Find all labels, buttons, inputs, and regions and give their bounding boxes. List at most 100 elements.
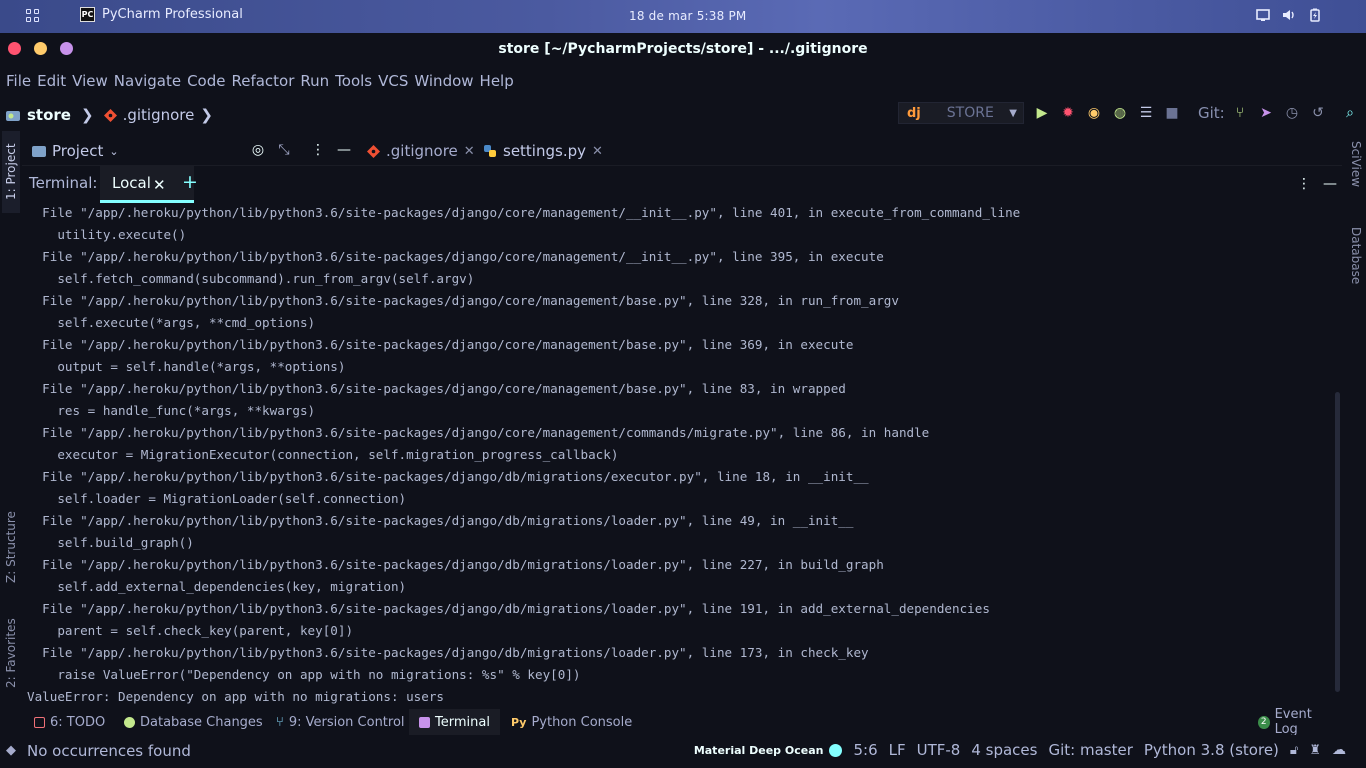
terminal-line: File "/app/.heroku/python/lib/python3.6/… bbox=[27, 337, 854, 352]
terminal-session-tab[interactable]: Local ✕ bbox=[100, 166, 194, 203]
hide-panel-icon[interactable]: — bbox=[336, 142, 352, 158]
history-icon[interactable]: ◷ bbox=[1284, 105, 1300, 121]
structure-tool-tab[interactable]: Z: Structure bbox=[2, 501, 20, 593]
menu-code[interactable]: Code bbox=[187, 72, 225, 90]
close-tab-icon[interactable]: ✕ bbox=[592, 144, 603, 159]
favorites-tool-tab-label: 2: Favorites bbox=[4, 618, 18, 688]
terminal-line: executor = MigrationExecutor(connection,… bbox=[27, 447, 619, 462]
terminal-tool-tab-label: Terminal bbox=[435, 714, 490, 730]
menu-refactor[interactable]: Refactor bbox=[231, 72, 294, 90]
battery-icon[interactable] bbox=[1308, 8, 1322, 22]
menu-view[interactable]: View bbox=[72, 72, 108, 90]
caret-position[interactable]: 5:6 bbox=[853, 741, 877, 759]
project-panel-selector[interactable]: Project ⌄ bbox=[32, 142, 119, 160]
sciview-tool-tab[interactable]: SciView bbox=[1345, 141, 1363, 221]
left-tool-strip: 1: Project Z: Structure 2: Favorites bbox=[0, 131, 22, 705]
window-title: store [~/PycharmProjects/store] - .../.g… bbox=[498, 41, 868, 57]
coverage-icon[interactable]: ◉ bbox=[1086, 105, 1102, 121]
run-configuration-name: STORE bbox=[946, 105, 994, 121]
python-interpreter[interactable]: Python 3.8 (store) bbox=[1144, 741, 1279, 759]
menu-run[interactable]: Run bbox=[300, 72, 329, 90]
menu-vcs[interactable]: VCS bbox=[378, 72, 408, 90]
build-icon[interactable]: ☰ bbox=[1138, 105, 1154, 121]
terminal-line: File "/app/.heroku/python/lib/python3.6/… bbox=[27, 645, 869, 660]
terminal-line: File "/app/.heroku/python/lib/python3.6/… bbox=[27, 513, 854, 528]
run-icon[interactable]: ▶ bbox=[1034, 105, 1050, 121]
terminal-tool-tab[interactable]: Terminal bbox=[409, 709, 500, 735]
more-options-icon[interactable]: ⋮ bbox=[1296, 176, 1312, 192]
profile-icon[interactable]: ◍ bbox=[1112, 105, 1128, 121]
project-tool-tab-label: 1: Project bbox=[4, 143, 18, 201]
menu-help[interactable]: Help bbox=[480, 72, 514, 90]
terminal-line: File "/app/.heroku/python/lib/python3.6/… bbox=[27, 601, 990, 616]
lock-icon[interactable]: 🔓︎ bbox=[1290, 743, 1298, 758]
terminal-line: File "/app/.heroku/python/lib/python3.6/… bbox=[27, 425, 930, 440]
sciview-tool-tab-label: SciView bbox=[1349, 141, 1363, 188]
toggle-tool-windows-icon[interactable]: ◆ bbox=[6, 743, 16, 758]
terminal-line: File "/app/.heroku/python/lib/python3.6/… bbox=[27, 205, 1021, 220]
terminal-line: self.build_graph() bbox=[27, 535, 194, 550]
editor-tab-settings[interactable]: settings.py ✕ bbox=[483, 142, 603, 160]
window-title-bar[interactable]: store [~/PycharmProjects/store] - .../.g… bbox=[0, 33, 1366, 65]
terminal-line: File "/app/.heroku/python/lib/python3.6/… bbox=[27, 469, 869, 484]
todo-tool-tab[interactable]: 6: TODO bbox=[24, 709, 115, 735]
database-changes-tool-tab[interactable]: Database Changes bbox=[114, 709, 273, 735]
system-clock[interactable]: 18 de mar 5:38 PM bbox=[629, 9, 746, 23]
menu-window[interactable]: Window bbox=[414, 72, 473, 90]
menu-file[interactable]: File bbox=[6, 72, 31, 90]
apps-grid-icon[interactable] bbox=[26, 9, 40, 23]
editor-tab-label: .gitignore bbox=[386, 142, 458, 160]
new-session-icon[interactable]: + bbox=[182, 171, 198, 193]
git-file-icon bbox=[367, 144, 380, 158]
terminal-line: File "/app/.heroku/python/lib/python3.6/… bbox=[27, 381, 846, 396]
system-tray[interactable] bbox=[1256, 8, 1322, 22]
close-tab-icon[interactable]: ✕ bbox=[464, 144, 475, 159]
rollback-icon[interactable]: ↺ bbox=[1310, 105, 1326, 121]
breadcrumb-file[interactable]: .gitignore bbox=[123, 106, 195, 124]
favorites-tool-tab[interactable]: 2: Favorites bbox=[2, 607, 20, 699]
git-branch-icon[interactable]: ⑂ bbox=[1232, 105, 1248, 121]
theme-switcher[interactable]: Material Deep Ocean bbox=[694, 743, 843, 757]
menu-edit[interactable]: Edit bbox=[37, 72, 66, 90]
run-configuration-select[interactable]: dj STORE ▼ bbox=[898, 102, 1024, 124]
terminal-line: self.fetch_command(subcommand).run_from_… bbox=[27, 271, 475, 286]
line-separator[interactable]: LF bbox=[889, 741, 906, 759]
status-message: No occurrences found bbox=[27, 742, 191, 760]
locate-file-icon[interactable]: ◎ bbox=[250, 142, 266, 158]
more-options-icon[interactable]: ⋮ bbox=[310, 142, 326, 158]
terminal-output[interactable]: File "/app/.heroku/python/lib/python3.6/… bbox=[22, 202, 1336, 708]
status-widgets: Material Deep Ocean 5:6 LF UTF-8 4 space… bbox=[694, 741, 1346, 759]
collapse-all-icon[interactable]: ⤡ bbox=[276, 142, 292, 158]
database-tool-tab[interactable]: Database bbox=[1345, 227, 1363, 307]
memory-indicator-icon[interactable]: ☁ bbox=[1332, 742, 1346, 758]
git-branch-widget[interactable]: Git: master bbox=[1048, 741, 1132, 759]
project-tool-tab[interactable]: 1: Project bbox=[2, 131, 20, 213]
search-everywhere-icon[interactable]: ⌕ bbox=[1342, 105, 1358, 121]
terminal-scrollbar[interactable] bbox=[1335, 392, 1340, 692]
version-control-icon: ⑂ bbox=[276, 714, 284, 730]
menu-navigate[interactable]: Navigate bbox=[114, 72, 181, 90]
active-app-indicator[interactable]: PC PyCharm Professional bbox=[80, 7, 243, 22]
screen-icon[interactable] bbox=[1256, 8, 1270, 22]
terminal-line: self.execute(*args, **cmd_options) bbox=[27, 315, 316, 330]
menu-tools[interactable]: Tools bbox=[335, 72, 372, 90]
event-log-tool-tab-label: Event Log bbox=[1274, 707, 1312, 737]
python-console-tool-tab-label: Python Console bbox=[531, 714, 633, 730]
file-encoding[interactable]: UTF-8 bbox=[917, 741, 961, 759]
terminal-line: File "/app/.heroku/python/lib/python3.6/… bbox=[27, 249, 884, 264]
project-panel-title: Project bbox=[52, 142, 104, 160]
inspector-icon[interactable]: ♜ bbox=[1309, 743, 1321, 758]
close-session-icon[interactable]: ✕ bbox=[153, 176, 166, 194]
python-console-tool-tab[interactable]: Py Python Console bbox=[501, 709, 642, 735]
stop-icon[interactable]: ■ bbox=[1164, 105, 1180, 121]
hide-panel-icon[interactable]: — bbox=[1322, 176, 1338, 192]
editor-tab-gitignore[interactable]: .gitignore ✕ bbox=[367, 142, 475, 160]
breadcrumb-project[interactable]: store bbox=[27, 106, 71, 124]
breadcrumb: store ❯ .gitignore ❯ bbox=[6, 106, 213, 124]
debug-icon[interactable]: ✹ bbox=[1060, 105, 1076, 121]
version-control-tool-tab[interactable]: ⑂ 9: Version Control bbox=[266, 709, 415, 735]
event-log-tool-tab[interactable]: 2 Event Log bbox=[1248, 707, 1342, 737]
indent-setting[interactable]: 4 spaces bbox=[971, 741, 1037, 759]
volume-icon[interactable] bbox=[1282, 8, 1296, 22]
git-push-icon[interactable]: ➤ bbox=[1258, 105, 1274, 121]
